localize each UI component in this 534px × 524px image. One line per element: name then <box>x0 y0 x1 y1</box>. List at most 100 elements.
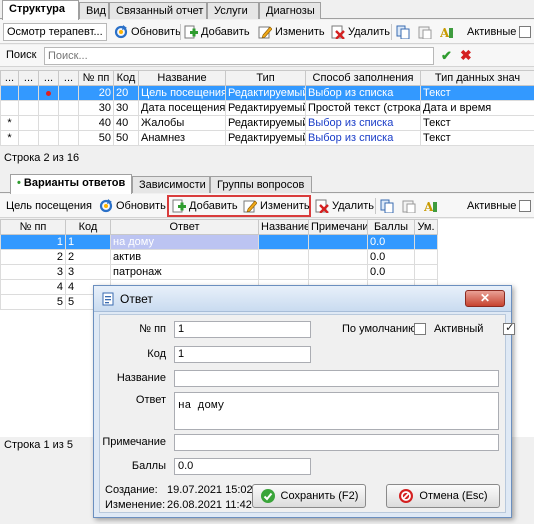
refresh-button[interactable]: Обновить <box>114 23 181 41</box>
row-counter: Строка 2 из 16 <box>4 152 80 164</box>
paste-icon[interactable] <box>418 25 432 40</box>
column-header[interactable]: Код <box>113 70 139 86</box>
copy-icon[interactable] <box>380 199 394 214</box>
close-icon: ✕ <box>479 291 491 305</box>
active-filter-checkbox[interactable] <box>519 200 532 212</box>
template-combo[interactable]: Осмотр терапевт... <box>3 23 107 41</box>
tab-diagnoses[interactable]: Диагнозы <box>259 2 321 19</box>
code-field[interactable]: 1 <box>174 346 311 363</box>
num-label: № пп <box>139 323 166 335</box>
name-field[interactable] <box>174 370 499 387</box>
table-cell: патронаж <box>110 264 259 280</box>
table-cell: 0.0 <box>367 264 415 280</box>
table-cell <box>0 100 19 116</box>
dialog-title-bar[interactable]: Ответ ✕ <box>94 286 511 312</box>
tab-structure[interactable]: Структура <box>2 0 79 20</box>
table-cell: 40 <box>113 115 139 131</box>
column-header[interactable]: № пп <box>0 219 66 235</box>
paste-icon[interactable] <box>402 199 416 214</box>
table-cell <box>18 130 39 146</box>
column-header[interactable]: Ответ <box>110 219 259 235</box>
column-header[interactable]: Способ заполнения <box>305 70 421 86</box>
table-cell: Выбор из списка <box>305 85 421 101</box>
tab-answer-variants[interactable]: • Варианты ответов <box>10 174 132 194</box>
edit-button[interactable]: Изменить <box>243 197 310 215</box>
column-header[interactable]: Код <box>65 219 111 235</box>
column-header[interactable]: Название <box>138 70 226 86</box>
add-button[interactable]: Добавить <box>184 23 250 41</box>
answer-textarea[interactable]: на дому <box>174 392 499 430</box>
apply-search-icon[interactable]: ✔ <box>441 48 452 64</box>
cancel-button[interactable]: Отмена (Esc) <box>386 484 500 508</box>
table-row[interactable]: 30 30 Дата посещения Редактируемый Прост… <box>0 100 534 116</box>
save-label: Сохранить (F2) <box>280 490 359 502</box>
font-style-icon[interactable]: A <box>423 199 438 214</box>
table-cell: Редактируемый <box>225 130 306 146</box>
table-cell <box>0 85 19 101</box>
table-row[interactable]: * 50 50 Анамнез Редактируемый Выбор из с… <box>0 130 534 146</box>
answers-toolbar: Цель посещения Обновить Добавить Изменит… <box>0 194 534 218</box>
column-header[interactable]: № пп <box>78 70 114 86</box>
edit-label: Изменить <box>260 200 310 212</box>
column-header[interactable]: Ум. <box>414 219 438 235</box>
edit-button[interactable]: Изменить <box>258 23 325 41</box>
modified-label: Изменение: <box>105 499 166 511</box>
add-button[interactable]: Добавить <box>172 197 238 215</box>
created-value: 19.07.2021 15:02 <box>167 484 253 496</box>
table-row[interactable]: 1 1 на дому 0.0 <box>0 234 438 250</box>
table-cell <box>258 264 309 280</box>
table-cell: Текст <box>420 130 534 146</box>
delete-button[interactable]: Удалить <box>315 197 374 215</box>
table-cell: Выбор из списка <box>305 115 421 131</box>
default-checkbox[interactable] <box>414 323 426 335</box>
table-row[interactable]: 2 2 актив 0.0 <box>0 249 438 265</box>
template-combo-value: Осмотр терапевт... <box>7 26 103 38</box>
active-filter[interactable]: Активные <box>467 23 532 41</box>
save-button[interactable]: Сохранить (F2) <box>252 484 366 508</box>
active-filter-checkbox[interactable] <box>519 26 532 38</box>
clear-search-icon[interactable]: ✖ <box>460 47 472 64</box>
column-header[interactable]: Название <box>258 219 309 235</box>
table-cell: актив <box>110 249 259 265</box>
column-header[interactable]: Примечание <box>308 219 368 235</box>
tab-dependencies[interactable]: Зависимости <box>132 176 210 193</box>
tab-services[interactable]: Услуги <box>207 2 259 19</box>
column-header[interactable]: ... <box>38 70 59 86</box>
delete-button[interactable]: Удалить <box>331 23 390 41</box>
column-header[interactable]: Баллы <box>367 219 415 235</box>
tab-question-groups[interactable]: Группы вопросов <box>210 176 312 193</box>
table-cell: Текст <box>420 115 534 131</box>
column-header[interactable]: ... <box>58 70 79 86</box>
refresh-button[interactable]: Обновить <box>99 197 166 215</box>
note-field[interactable] <box>174 434 499 451</box>
score-label: Баллы <box>131 460 166 472</box>
table-cell <box>18 115 39 131</box>
table-cell <box>308 264 368 280</box>
structure-toolbar: Осмотр терапевт... Обновить Добавить Изм… <box>0 20 534 44</box>
active-checkbox[interactable] <box>503 321 516 335</box>
table-row[interactable]: 3 3 патронаж 0.0 <box>0 264 438 280</box>
column-header[interactable]: ... <box>0 70 19 86</box>
table-row[interactable]: 20 20 Цель посещения Редактируемый Выбор… <box>0 85 534 101</box>
tab-linked-report[interactable]: Связанный отчет <box>109 2 207 19</box>
close-button[interactable]: ✕ <box>465 290 505 307</box>
delete-icon <box>315 199 329 214</box>
table-cell <box>18 100 39 116</box>
search-input[interactable] <box>44 47 434 65</box>
table-cell: Редактируемый <box>225 115 306 131</box>
copy-icon[interactable] <box>396 25 410 40</box>
edit-label: Изменить <box>275 26 325 38</box>
column-header[interactable]: Тип данных знач <box>420 70 534 86</box>
svg-text:A: A <box>424 200 434 213</box>
column-header[interactable]: Тип <box>225 70 306 86</box>
column-header[interactable]: ... <box>18 70 39 86</box>
score-field[interactable]: 0.0 <box>174 458 311 475</box>
table-cell: на дому <box>110 234 259 250</box>
table-row[interactable]: * 40 40 Жалобы Редактируемый Выбор из сп… <box>0 115 534 131</box>
num-field[interactable]: 1 <box>174 321 311 338</box>
font-style-icon[interactable]: A <box>439 25 454 40</box>
tab-view[interactable]: Вид <box>79 2 109 19</box>
checkmark-icon <box>260 488 276 504</box>
active-filter[interactable]: Активные <box>467 197 532 215</box>
active-filter-label: Активные <box>467 200 517 212</box>
